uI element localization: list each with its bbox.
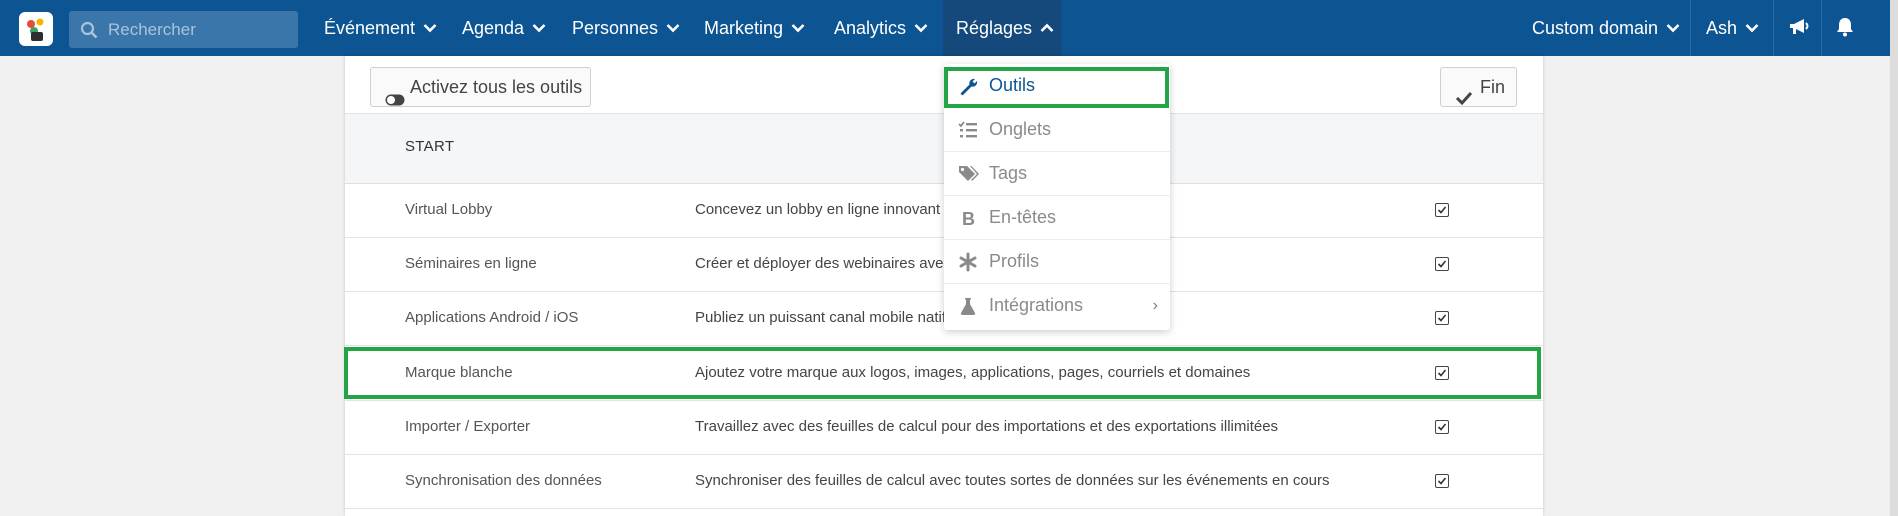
table-header-label: START [405, 138, 455, 155]
tool-checkbox[interactable] [1435, 420, 1449, 434]
fin-label: Fin [1480, 77, 1506, 97]
svg-text:B: B [962, 209, 975, 228]
nav-custom-domain[interactable]: Custom domain [1532, 0, 1680, 56]
app-logo[interactable] [19, 12, 53, 46]
tool-checkbox[interactable] [1435, 474, 1449, 488]
flask-icon [958, 296, 978, 316]
tool-name: Importer / Exporter [405, 418, 531, 435]
menu-item-label: En-têtes [989, 207, 1057, 227]
chevron-down-icon [1745, 0, 1759, 55]
menu-item-onglets[interactable]: Onglets [944, 108, 1170, 152]
tool-name: Séminaires en ligne [405, 255, 537, 272]
chevron-down-icon [914, 0, 928, 55]
nav-personnes[interactable]: Personnes [572, 0, 680, 56]
nav-agenda[interactable]: Agenda [462, 0, 546, 56]
notifications-button[interactable] [1822, 0, 1868, 56]
menu-item-label: Outils [989, 75, 1036, 95]
nav-user-label: Ash [1706, 18, 1738, 38]
nav-personnes-label: Personnes [572, 18, 659, 38]
menu-item-label: Onglets [989, 119, 1052, 139]
menu-item-label: Intégrations [989, 295, 1084, 315]
menu-item-tags[interactable]: Tags [944, 152, 1170, 196]
nav-reglages[interactable]: Réglages [943, 0, 1061, 56]
tool-description: Publiez un puissant canal mobile natif [695, 309, 946, 326]
nav-divider [1773, 0, 1774, 56]
tool-name: Virtual Lobby [405, 201, 493, 218]
menu-item-label: Tags [989, 163, 1028, 183]
wrench-icon [958, 76, 978, 96]
chevron-down-icon [423, 0, 437, 55]
nav-marketing[interactable]: Marketing [704, 0, 805, 56]
tool-checkbox[interactable] [1435, 311, 1449, 325]
menu-item-label: Profils [989, 251, 1040, 271]
fin-button[interactable]: Fin [1440, 67, 1517, 107]
tool-description: Concevez un lobby en ligne innovant p [695, 201, 953, 218]
nav-custom-domain-label: Custom domain [1532, 18, 1659, 38]
asterisk-icon [958, 252, 978, 272]
search-placeholder: Rechercher [108, 20, 196, 39]
menu-item-integrations[interactable]: Intégrations › [944, 284, 1170, 328]
tool-checkbox[interactable] [1435, 203, 1449, 217]
tool-name: Synchronisation des données [405, 472, 602, 489]
chevron-down-icon [791, 0, 805, 55]
nav-evenement[interactable]: Événement [324, 0, 437, 56]
page-scrollbar[interactable] [1890, 0, 1898, 516]
announcements-button[interactable] [1775, 0, 1821, 56]
nav-evenement-label: Événement [324, 18, 416, 38]
chevron-down-icon [1666, 0, 1680, 55]
menu-item-profils[interactable]: Profils [944, 240, 1170, 284]
top-navigation-bar: Rechercher Événement Agenda Personnes Ma… [0, 0, 1898, 56]
search-input[interactable]: Rechercher [69, 11, 298, 48]
bold-icon: B [958, 208, 978, 229]
tool-checkbox[interactable] [1435, 257, 1449, 271]
list-check-icon [958, 120, 978, 140]
chevron-up-icon [1040, 0, 1054, 55]
menu-item-en-tetes[interactable]: B En-têtes [944, 196, 1170, 240]
nav-divider [1690, 0, 1691, 56]
tool-checkbox[interactable] [1435, 366, 1449, 380]
tags-icon [958, 164, 979, 184]
nav-agenda-label: Agenda [462, 18, 525, 38]
nav-marketing-label: Marketing [704, 18, 784, 38]
checkmark-icon [1455, 80, 1473, 118]
menu-item-outils[interactable]: Outils [944, 64, 1170, 108]
nav-reglages-label: Réglages [956, 18, 1033, 38]
reglages-dropdown-menu: Outils Onglets Tags B En-têtes Profils I… [944, 64, 1170, 330]
tool-description: Ajoutez votre marque aux logos, images, … [695, 364, 1251, 381]
nav-analytics-label: Analytics [834, 18, 907, 38]
activate-all-tools-label: Activez tous les outils [410, 77, 583, 97]
activate-all-tools-button[interactable]: Activez tous les outils [370, 67, 591, 107]
nav-user-menu[interactable]: Ash [1706, 0, 1759, 56]
tool-name: Marque blanche [405, 364, 513, 381]
table-row: Importer / Exporter Travaillez avec des … [345, 401, 1543, 455]
tool-name: Applications Android / iOS [405, 309, 579, 326]
chevron-down-icon [666, 0, 680, 55]
search-icon [80, 21, 98, 44]
chevron-right-icon: › [1152, 297, 1158, 314]
tool-description: Créer et déployer des webinaires avec [695, 255, 951, 272]
tool-description: Synchroniser des feuilles de calcul avec… [695, 472, 1330, 489]
table-row: Marque blanche Ajoutez votre marque aux … [345, 347, 1543, 401]
chevron-down-icon [532, 0, 546, 55]
nav-analytics[interactable]: Analytics [834, 0, 928, 56]
tool-description: Travaillez avec des feuilles de calcul p… [695, 418, 1279, 435]
table-row: Synchronisation des données Synchroniser… [345, 455, 1543, 509]
